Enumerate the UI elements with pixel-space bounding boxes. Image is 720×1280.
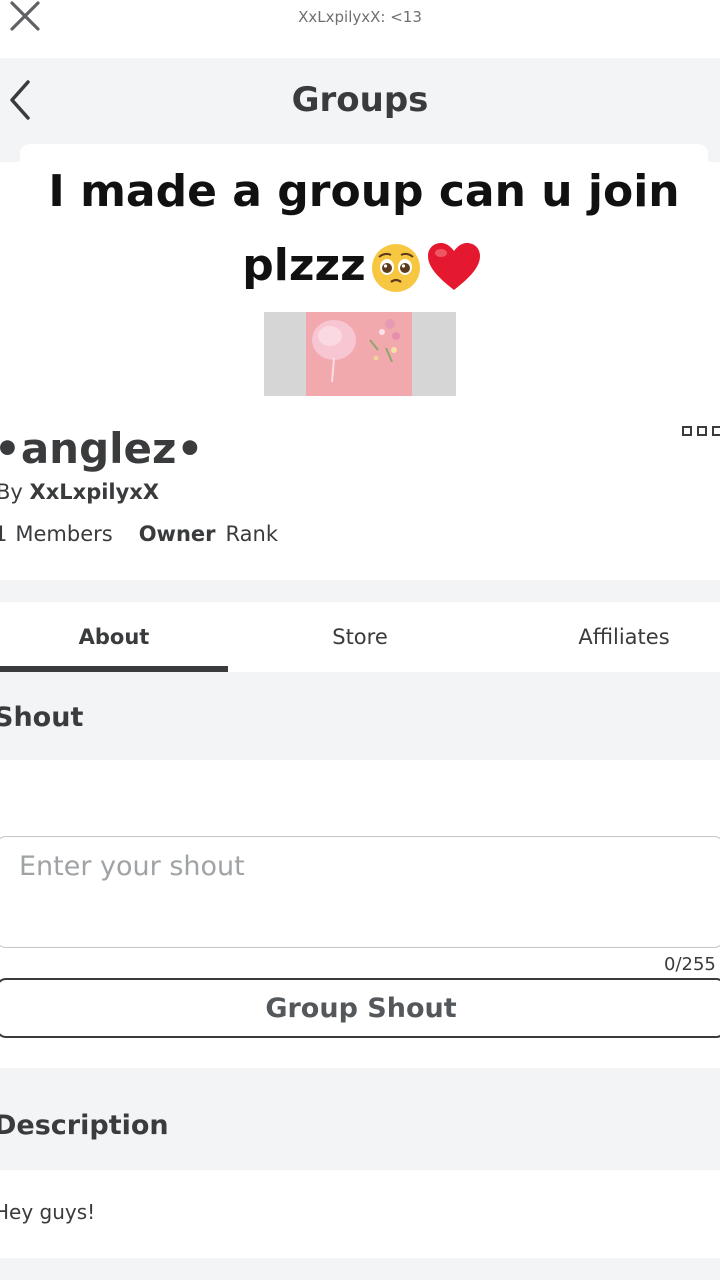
group-shout-button[interactable]: Group Shout: [0, 978, 720, 1038]
member-count: 1: [0, 522, 8, 546]
group-name: •anglez•: [0, 424, 204, 473]
description-text: Hey guys!: [0, 1200, 96, 1224]
section-divider: [0, 580, 720, 602]
overlay-caption-line2: plzzz: [212, 232, 512, 310]
members-label: Members: [15, 522, 113, 546]
description-title: Description: [0, 1110, 169, 1141]
pleading-face-emoji-icon: [371, 244, 420, 292]
rank-label: Rank: [225, 522, 278, 546]
tab-about[interactable]: About: [0, 602, 228, 672]
shout-input[interactable]: [0, 836, 720, 948]
tab-store[interactable]: Store: [228, 602, 492, 672]
more-options-icon[interactable]: [682, 425, 720, 437]
video-caption-username: XxLxpilyxX: <13: [298, 8, 422, 26]
overlay-caption-line1: I made a group can u join: [20, 144, 708, 232]
page-title: Groups: [291, 80, 429, 120]
by-prefix: By: [0, 480, 23, 504]
section-divider-bottom: [0, 1258, 720, 1280]
group-emblem: [264, 312, 456, 396]
shout-char-count: 0/255: [664, 954, 716, 975]
group-owner-line: By XxLxpilyxX: [0, 480, 159, 504]
group-stats: 1 Members Owner Rank: [0, 522, 278, 546]
tab-affiliates[interactable]: Affiliates: [492, 602, 720, 672]
group-owner-link[interactable]: XxLxpilyxX: [30, 480, 160, 504]
overlay-caption-text2: plzzz: [242, 240, 366, 291]
shout-section-header: [0, 672, 720, 760]
red-heart-emoji-icon: [427, 243, 480, 290]
rank-value: Owner: [138, 522, 216, 546]
group-emblem-image: [306, 312, 412, 396]
more-options-button[interactable]: [682, 422, 720, 437]
shout-title: Shout: [0, 702, 84, 733]
cotton-candy-art-icon: [312, 319, 400, 383]
overlay-caption-text1: I made a group can u join: [48, 166, 680, 217]
